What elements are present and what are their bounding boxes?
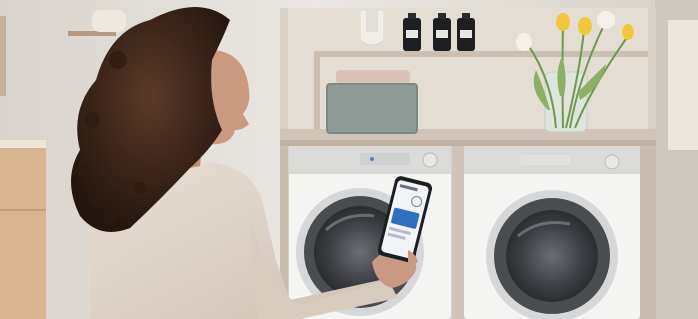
hanging-towel bbox=[668, 20, 698, 150]
detergent-bottles bbox=[403, 13, 475, 51]
folded-towels bbox=[336, 70, 410, 84]
laundry-room-photo bbox=[0, 0, 698, 319]
tumble-dryer bbox=[464, 146, 640, 319]
photo-canvas bbox=[0, 0, 698, 319]
white-ceramic-vase bbox=[359, 9, 385, 46]
wooden-cabinet bbox=[0, 140, 46, 319]
storage-basket bbox=[326, 70, 418, 134]
